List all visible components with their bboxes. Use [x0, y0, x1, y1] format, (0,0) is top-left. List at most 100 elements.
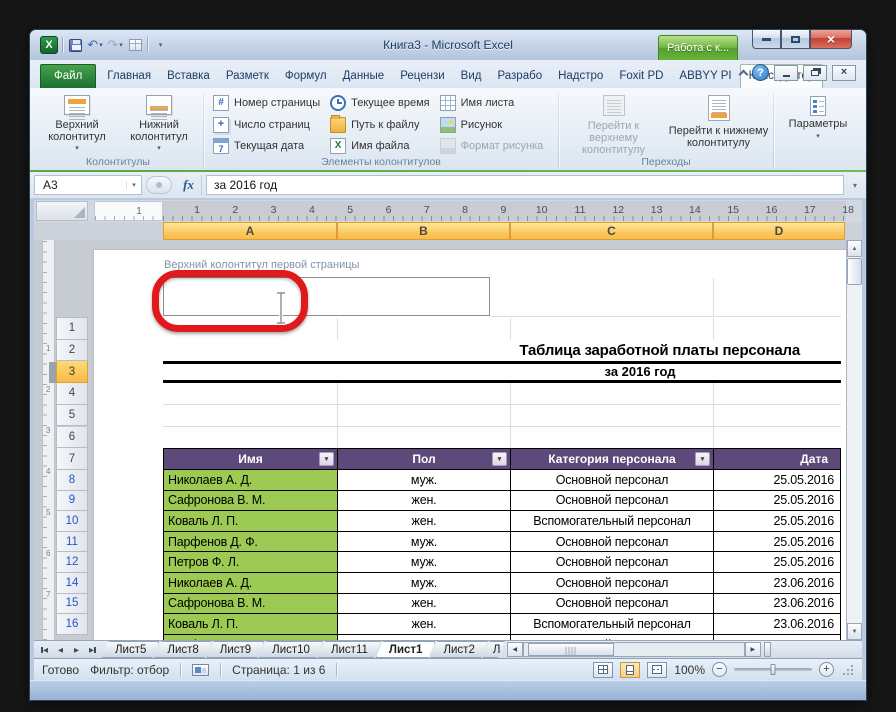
tab-split-handle[interactable] — [764, 642, 771, 657]
ribbon-tab-Формул[interactable]: Формул — [277, 65, 335, 88]
hscroll-right-button[interactable]: ▶ — [745, 642, 761, 657]
page-number-button[interactable]: Номер страницы — [209, 93, 324, 113]
cell[interactable]: Вспомогательный персонал — [510, 614, 713, 634]
title-bar[interactable]: X ↶▾ ↷▾ ▾ Книга3 - Microsoft Excel Работ… — [30, 30, 866, 60]
page-break-view-button[interactable] — [647, 662, 667, 678]
cell[interactable]: Основной персонал — [510, 532, 713, 552]
vertical-scroll-thumb[interactable] — [847, 258, 862, 285]
scroll-down-button[interactable]: ▼ — [847, 623, 862, 640]
filter-dropdown-button[interactable]: ▼ — [492, 452, 507, 466]
zoom-slider-thumb[interactable] — [771, 664, 776, 675]
footer-button[interactable]: Нижний колонтитул ▾ — [119, 90, 199, 156]
formula-bar-expand-icon[interactable]: ▾ — [848, 181, 862, 190]
cell[interactable]: муж. — [337, 470, 510, 490]
ribbon-tab-Разметк[interactable]: Разметк — [218, 65, 277, 88]
sheet-subtitle-cell[interactable]: за 2016 год — [163, 361, 841, 383]
row-header-10[interactable]: 10 — [56, 511, 88, 532]
cell[interactable]: жен. — [337, 594, 510, 614]
column-header-C[interactable]: C — [510, 222, 713, 240]
previous-sheet-button[interactable]: ◀ — [53, 643, 68, 657]
row-header-4[interactable]: 4 — [56, 383, 88, 405]
cell[interactable]: Основной персонал — [510, 635, 713, 640]
ribbon-tab-Данные[interactable]: Данные — [335, 65, 393, 88]
row-header-11[interactable]: 11 — [56, 532, 88, 553]
quick-print-button[interactable] — [127, 36, 143, 54]
ribbon-tab-Файл[interactable]: Файл — [40, 64, 96, 88]
picture-button[interactable]: Рисунок — [436, 115, 548, 135]
goto-footer-button[interactable]: Перейти к нижнему колонтитулу — [668, 90, 769, 156]
row-header-15[interactable]: 15 — [56, 594, 88, 615]
minimize-button[interactable] — [752, 30, 781, 49]
first-sheet-button[interactable]: ◀ — [37, 643, 52, 657]
row-header-6[interactable]: 6 — [56, 427, 88, 449]
row-header-7[interactable]: 7 — [56, 448, 88, 470]
cell[interactable]: Сафронова В. М. — [163, 491, 337, 511]
table-header-Имя[interactable]: Имя▼ — [163, 449, 337, 469]
row-header-9[interactable]: 9 — [56, 491, 88, 512]
cell[interactable]: 23.06.2016 — [713, 635, 841, 640]
header-button[interactable]: Верхний колонтитул ▾ — [37, 90, 117, 156]
cell[interactable]: Основной персонал — [510, 491, 713, 511]
row-header-16[interactable]: 16 — [56, 614, 88, 635]
table-header-Категория персонала[interactable]: Категория персонала▼ — [510, 449, 713, 469]
ribbon-tab-Разрабо[interactable]: Разрабо — [489, 65, 550, 88]
scroll-up-button[interactable]: ▲ — [847, 240, 862, 257]
cell[interactable]: Основной персонал — [510, 594, 713, 614]
resize-grip[interactable] — [841, 663, 854, 676]
cell[interactable]: жен. — [337, 491, 510, 511]
row-header-3[interactable]: 3 — [56, 361, 88, 383]
zoom-in-button[interactable]: + — [819, 662, 834, 677]
cell[interactable]: 25.05.2016 — [713, 470, 841, 490]
cell[interactable]: Сафронова В. М. — [163, 594, 337, 614]
minimize-ribbon-icon[interactable] — [739, 70, 749, 80]
close-button[interactable]: × — [810, 30, 852, 49]
row-header-12[interactable]: 12 — [56, 552, 88, 573]
cell[interactable]: 25.05.2016 — [713, 511, 841, 531]
next-sheet-button[interactable]: ▶ — [69, 643, 84, 657]
help-button[interactable]: ? — [752, 64, 769, 81]
ribbon-tab-Рецензи[interactable]: Рецензи — [392, 65, 452, 88]
cell[interactable]: Вспомогательный персонал — [510, 511, 713, 531]
sheet-tab-Лист9[interactable]: Лист9 — [207, 641, 264, 658]
cell[interactable]: Основной персонал — [510, 552, 713, 572]
cell[interactable]: Петров Ф. Л. — [163, 552, 337, 572]
current-time-button[interactable]: Текущее время — [326, 93, 433, 113]
zoom-out-button[interactable]: − — [712, 662, 727, 677]
row-header-2[interactable]: 2 — [56, 340, 88, 362]
cell[interactable]: Коваль Л. П. — [163, 614, 337, 634]
cell[interactable]: жен. — [337, 614, 510, 634]
ribbon-tab-Вставка[interactable]: Вставка — [159, 65, 218, 88]
sheet-tab-Лист10[interactable]: Лист10 — [259, 641, 323, 658]
sheet-tab-Лист5[interactable]: Лист5 — [102, 641, 159, 658]
file-name-button[interactable]: Имя файла — [326, 136, 433, 156]
horizontal-scroll-thumb[interactable] — [528, 643, 614, 656]
filter-dropdown-button[interactable]: ▼ — [695, 452, 710, 466]
ribbon-tab-Надстро[interactable]: Надстро — [550, 65, 611, 88]
insert-function-button[interactable]: fx — [176, 175, 202, 195]
workbook-close-button[interactable]: × — [832, 65, 856, 81]
last-sheet-button[interactable]: ▶ — [85, 643, 100, 657]
filter-dropdown-button[interactable]: ▼ — [319, 452, 334, 466]
column-header-A[interactable]: A — [163, 222, 337, 240]
row-header-8[interactable]: 8 — [56, 470, 88, 491]
cell[interactable]: Основной персонал — [510, 470, 713, 490]
hscroll-left-button[interactable]: ◀ — [507, 642, 523, 657]
cell[interactable]: муж. — [337, 532, 510, 552]
select-all-button[interactable] — [36, 201, 88, 221]
undo-button[interactable]: ↶▾ — [87, 36, 103, 54]
cell[interactable]: 23.06.2016 — [713, 573, 841, 593]
sheet-name-button[interactable]: Имя листа — [436, 93, 548, 113]
cell[interactable]: 25.05.2016 — [713, 552, 841, 572]
cell[interactable]: муж. — [337, 552, 510, 572]
sheet-tab-Лист2[interactable]: Лист2 — [430, 641, 487, 658]
options-button[interactable]: Параметры ▾ — [780, 90, 856, 156]
macro-record-button[interactable] — [192, 664, 209, 676]
ribbon-tab-Foxit PD[interactable]: Foxit PD — [611, 65, 671, 88]
cell[interactable]: жен. — [337, 511, 510, 531]
workbook-minimize-button[interactable] — [774, 65, 798, 81]
cell[interactable]: 25.05.2016 — [713, 532, 841, 552]
save-button[interactable] — [67, 36, 83, 54]
column-header-D[interactable]: D — [713, 222, 845, 240]
vertical-scrollbar[interactable]: ▲ ▼ — [846, 240, 862, 640]
cell[interactable]: Парфенов Д. Ф. — [163, 635, 337, 640]
